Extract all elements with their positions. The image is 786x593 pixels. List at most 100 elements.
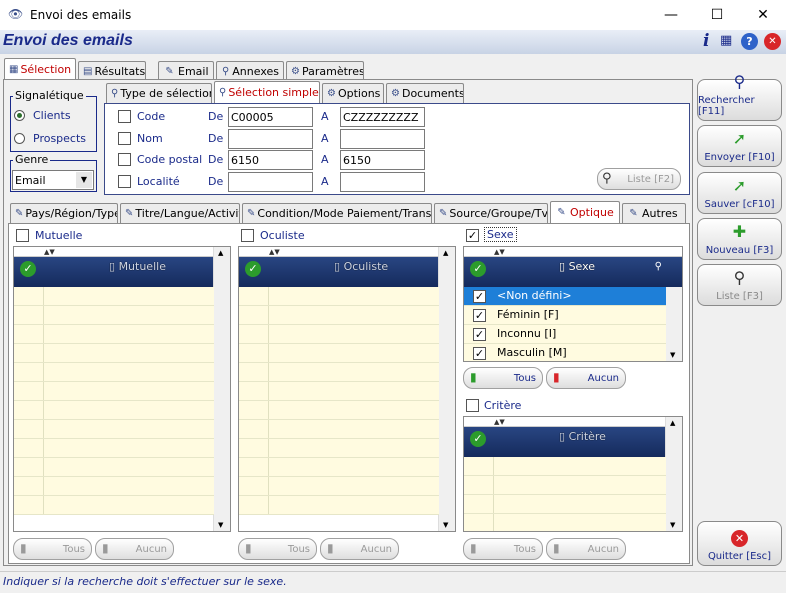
tab-titre-langue-activite[interactable]: ✎ Titre/Langue/Activité bbox=[120, 203, 240, 223]
list-row-check-cell[interactable] bbox=[239, 458, 269, 476]
list-row[interactable] bbox=[14, 363, 214, 382]
radio-clients[interactable]: Clients bbox=[14, 109, 71, 122]
critere-column-header[interactable]: ▯ Critère bbox=[559, 430, 606, 443]
tab-autres[interactable]: ✎ Autres bbox=[622, 203, 686, 223]
critere-aucun-button[interactable]: ▮ Aucun bbox=[546, 538, 626, 560]
mutuelle-checkbox[interactable] bbox=[16, 229, 29, 242]
liste-f2-button[interactable]: ⚲ Liste [F2] bbox=[597, 168, 681, 190]
sexe-tous-button[interactable]: ▮ Tous bbox=[463, 367, 543, 389]
list-row[interactable] bbox=[239, 363, 439, 382]
list-row-check-cell[interactable] bbox=[239, 420, 269, 438]
list-row-check-cell[interactable] bbox=[464, 476, 494, 494]
list-row[interactable] bbox=[239, 439, 439, 458]
radio-clients-indicator[interactable] bbox=[14, 110, 25, 121]
chevron-down-icon[interactable]: ▼ bbox=[76, 172, 92, 188]
mutuelle-aucun-button[interactable]: ▮ Aucun bbox=[95, 538, 174, 560]
list-row-check-cell[interactable] bbox=[14, 325, 44, 343]
sexe-checkbox[interactable]: ✓ bbox=[466, 229, 479, 242]
list-row-check-cell[interactable] bbox=[14, 287, 44, 305]
nom-checkbox[interactable] bbox=[118, 132, 131, 145]
tab-resultats[interactable]: ▤ Résultats bbox=[78, 61, 146, 81]
list-row[interactable] bbox=[14, 287, 214, 306]
check-all-icon[interactable]: ✓ bbox=[20, 261, 36, 277]
help-icon[interactable]: ? bbox=[741, 33, 758, 50]
nom-from-input[interactable] bbox=[228, 129, 313, 149]
list-row[interactable] bbox=[464, 476, 666, 495]
check-all-icon[interactable]: ✓ bbox=[470, 261, 486, 277]
oculiste-checkbox[interactable] bbox=[241, 229, 254, 242]
list-row[interactable] bbox=[14, 306, 214, 325]
oculiste-column-header[interactable]: ▯ Oculiste bbox=[334, 260, 388, 273]
list-row-check-cell[interactable] bbox=[464, 457, 494, 475]
sexe-column-header[interactable]: ▯ Sexe bbox=[559, 260, 595, 273]
list-row[interactable] bbox=[239, 344, 439, 363]
list-row-check-cell[interactable] bbox=[14, 363, 44, 381]
sexe-list-item[interactable]: ✓ <Non défini> bbox=[464, 287, 666, 306]
minimize-button[interactable]: — bbox=[648, 0, 694, 30]
list-row[interactable] bbox=[14, 496, 214, 515]
sexe-list-item[interactable]: ✓ Masculin [M] bbox=[464, 344, 666, 361]
list-row-check-cell[interactable] bbox=[239, 382, 269, 400]
list-row-check-cell[interactable] bbox=[14, 496, 44, 514]
list-row-check-cell[interactable] bbox=[464, 514, 494, 531]
quit-icon[interactable]: ✕ bbox=[764, 33, 781, 50]
list-row[interactable] bbox=[14, 477, 214, 496]
list-row[interactable] bbox=[14, 401, 214, 420]
list-row-check-cell[interactable] bbox=[239, 363, 269, 381]
tab-email[interactable]: ✎ Email bbox=[158, 61, 214, 81]
sexe-list-item[interactable]: ✓ Inconnu [I] bbox=[464, 325, 666, 344]
critere-checkbox[interactable] bbox=[466, 399, 479, 412]
tab-selection-simple[interactable]: ⚲ Sélection simple bbox=[214, 81, 320, 103]
nouveau-button[interactable]: ✚ Nouveau [F3] bbox=[697, 218, 782, 260]
list-row-check-cell[interactable] bbox=[239, 477, 269, 495]
list-row-check-cell[interactable] bbox=[14, 401, 44, 419]
oculiste-aucun-button[interactable]: ▮ Aucun bbox=[320, 538, 399, 560]
tab-options[interactable]: ⚙ Options bbox=[322, 83, 384, 103]
nom-to-input[interactable] bbox=[340, 129, 425, 149]
mutuelle-column-header[interactable]: ▯ Mutuelle bbox=[109, 260, 166, 273]
radio-prospects-indicator[interactable] bbox=[14, 133, 25, 144]
list-row[interactable] bbox=[14, 325, 214, 344]
oculiste-list[interactable]: ▲▼ ✓ ▯ Oculiste ▲ ▼ bbox=[238, 246, 456, 532]
code-checkbox[interactable] bbox=[118, 110, 131, 123]
info-icon[interactable]: i bbox=[703, 31, 709, 51]
genre-select[interactable]: Email ▼ bbox=[12, 170, 94, 190]
list-row[interactable] bbox=[239, 306, 439, 325]
list-row-check-cell[interactable] bbox=[464, 495, 494, 513]
list-row-check-cell[interactable] bbox=[239, 496, 269, 514]
list-row-check-cell[interactable] bbox=[14, 477, 44, 495]
mutuelle-tous-button[interactable]: ▮ Tous bbox=[13, 538, 92, 560]
code-postal-from-input[interactable]: 6150 bbox=[228, 150, 313, 170]
list-row[interactable] bbox=[464, 457, 666, 476]
list-row[interactable] bbox=[14, 439, 214, 458]
list-row-check-cell[interactable] bbox=[14, 439, 44, 457]
maximize-button[interactable]: ☐ bbox=[694, 0, 740, 30]
list-row[interactable] bbox=[239, 287, 439, 306]
check-all-icon[interactable]: ✓ bbox=[470, 431, 486, 447]
list-row[interactable] bbox=[464, 514, 666, 531]
tab-type-selection[interactable]: ⚲ Type de sélection bbox=[106, 83, 212, 103]
list-row[interactable] bbox=[239, 325, 439, 344]
tab-parametres[interactable]: ⚙ Paramètres bbox=[286, 61, 364, 81]
list-row[interactable] bbox=[464, 495, 666, 514]
check-all-icon[interactable]: ✓ bbox=[245, 261, 261, 277]
sexe-item-checkbox[interactable]: ✓ bbox=[473, 347, 486, 360]
sexe-item-checkbox[interactable]: ✓ bbox=[473, 290, 486, 303]
envoyer-button[interactable]: ➚ Envoyer [F10] bbox=[697, 125, 782, 167]
tab-condition-paiement-transport[interactable]: ✎Condition/Mode Paiement/Transport bbox=[242, 203, 432, 223]
list-row[interactable] bbox=[239, 420, 439, 439]
tab-selection[interactable]: ▦ Sélection bbox=[4, 58, 76, 80]
list-row-check-cell[interactable] bbox=[239, 401, 269, 419]
list-row-check-cell[interactable] bbox=[239, 287, 269, 305]
critere-tous-button[interactable]: ▮ Tous bbox=[463, 538, 543, 560]
tab-annexes[interactable]: ⚲ Annexes bbox=[216, 61, 284, 81]
sauver-button[interactable]: ➚ Sauver [cF10] bbox=[697, 172, 782, 214]
code-from-input[interactable]: C00005 bbox=[228, 107, 313, 127]
tab-pays-region-type[interactable]: ✎ Pays/Région/Type bbox=[10, 203, 118, 223]
list-row[interactable] bbox=[14, 420, 214, 439]
list-row-check-cell[interactable] bbox=[239, 325, 269, 343]
list-row[interactable] bbox=[14, 344, 214, 363]
code-postal-to-input[interactable]: 6150 bbox=[340, 150, 425, 170]
list-row-check-cell[interactable] bbox=[14, 382, 44, 400]
list-row[interactable] bbox=[239, 382, 439, 401]
